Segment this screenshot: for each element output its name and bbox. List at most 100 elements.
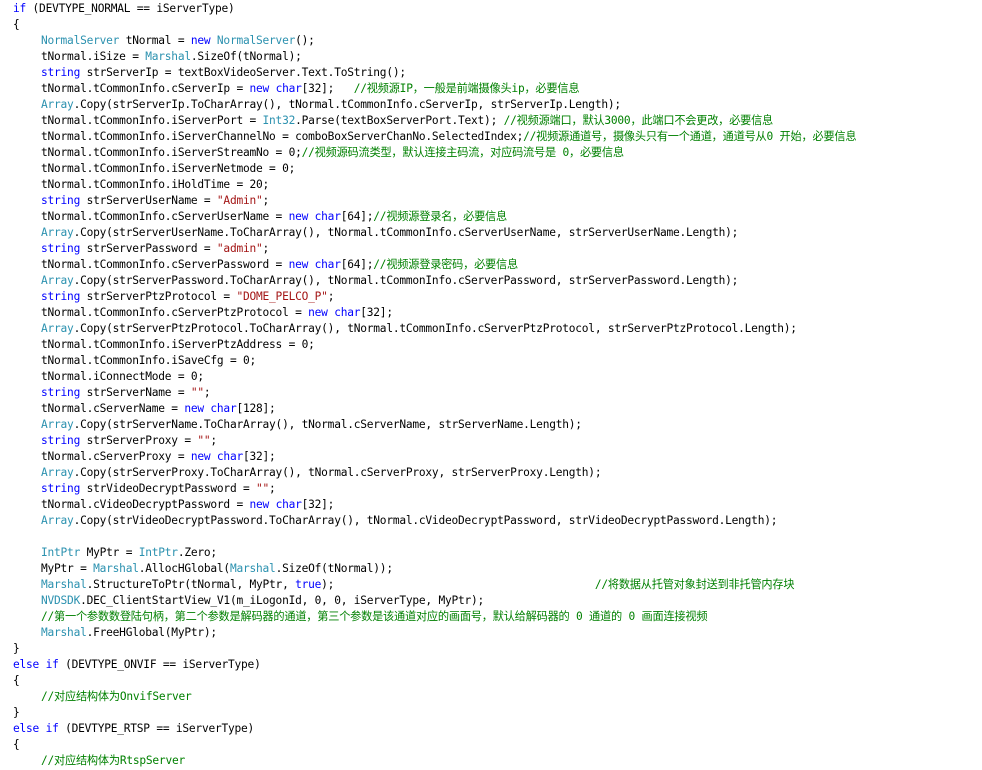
code-line[interactable]: }: [13, 705, 20, 721]
code-comment: //对应结构体为RtspServer: [41, 754, 185, 767]
code-line[interactable]: Array.Copy(strServerIp.ToCharArray(), tN…: [41, 97, 621, 113]
code-text: [64];: [340, 210, 374, 223]
code-line[interactable]: tNormal.cVideoDecryptPassword = new char…: [41, 497, 334, 513]
code-line[interactable]: string strServerUserName = "Admin";: [41, 193, 269, 209]
code-keyword: string: [41, 386, 81, 399]
code-line[interactable]: tNormal.tCommonInfo.iServerPort = Int32.…: [41, 113, 773, 129]
code-line[interactable]: string strServerPassword = "admin";: [41, 241, 269, 257]
code-keyword: char: [314, 210, 341, 223]
code-text: strServerName =: [80, 386, 191, 399]
code-editor[interactable]: if (DEVTYPE_NORMAL == iServerType){Norma…: [0, 0, 982, 770]
code-line[interactable]: Array.Copy(strVideoDecryptPassword.ToCha…: [41, 513, 777, 529]
code-line[interactable]: //对应结构体为RtspServer: [41, 753, 185, 769]
code-type: Array: [41, 274, 74, 287]
code-comment: //视频源端口，默认3000，此端口不会更改，必要信息: [503, 114, 774, 127]
code-text: .SizeOf(tNormal));: [275, 562, 394, 575]
code-line[interactable]: tNormal.cServerName = new char[128];: [41, 401, 276, 417]
code-line[interactable]: string strServerPtzProtocol = "DOME_PELC…: [41, 289, 334, 305]
code-line[interactable]: tNormal.tCommonInfo.cServerUserName = ne…: [41, 209, 507, 225]
code-line[interactable]: string strServerName = "";: [41, 385, 211, 401]
code-keyword: string: [41, 290, 81, 303]
code-line[interactable]: tNormal.tCommonInfo.iServerChannelNo = c…: [41, 129, 857, 145]
code-line[interactable]: Marshal.FreeHGlobal(MyPtr);: [41, 625, 217, 641]
code-text: tNormal.tCommonInfo.iServerPort =: [41, 114, 263, 127]
code-line[interactable]: //对应结构体为OnvifServer: [41, 689, 192, 705]
code-keyword: new: [249, 498, 270, 511]
code-line[interactable]: else if (DEVTYPE_RTSP == iServerType): [13, 721, 254, 737]
code-text: }: [13, 642, 20, 655]
code-line[interactable]: else if (DEVTYPE_ONVIF == iServerType): [13, 657, 261, 673]
code-text: .Copy(strServerPassword.ToCharArray(), t…: [73, 274, 739, 287]
code-string: "": [256, 482, 270, 495]
code-line[interactable]: tNormal.tCommonInfo.cServerPassword = ne…: [41, 257, 518, 273]
code-keyword: char: [216, 450, 243, 463]
code-keyword: true: [295, 578, 322, 591]
code-text: strVideoDecryptPassword =: [80, 482, 257, 495]
code-text: tNormal.tCommonInfo.iServerStreamNo = 0;: [41, 146, 302, 159]
code-line[interactable]: tNormal.tCommonInfo.iHoldTime = 20;: [41, 177, 269, 193]
code-text: .Copy(strServerUserName.ToCharArray(), t…: [73, 226, 739, 239]
code-line[interactable]: NVDSDK.DEC_ClientStartView_V1(m_iLogonId…: [41, 593, 484, 609]
code-line[interactable]: tNormal.tCommonInfo.iServerPtzAddress = …: [41, 337, 315, 353]
code-line[interactable]: string strVideoDecryptPassword = "";: [41, 481, 276, 497]
code-line[interactable]: Array.Copy(strServerPassword.ToCharArray…: [41, 273, 738, 289]
code-keyword: char: [210, 402, 237, 415]
code-type: Marshal: [93, 562, 139, 575]
code-line[interactable]: {: [13, 673, 20, 689]
code-line[interactable]: Array.Copy(strServerProxy.ToCharArray(),…: [41, 465, 602, 481]
code-text: );: [321, 578, 595, 591]
code-comment: //对应结构体为OnvifServer: [41, 690, 192, 703]
code-comment: //视频源IP，一般是前端摄像头ip，必要信息: [353, 82, 580, 95]
code-line[interactable]: }: [13, 641, 20, 657]
code-text: [32];: [242, 450, 276, 463]
code-line[interactable]: string strServerIp = textBoxVideoServer.…: [41, 65, 406, 81]
code-line[interactable]: Array.Copy(strServerUserName.ToCharArray…: [41, 225, 738, 241]
code-line[interactable]: tNormal.tCommonInfo.iServerStreamNo = 0;…: [41, 145, 624, 161]
code-text: tNormal.tCommonInfo.iSaveCfg = 0;: [41, 354, 257, 367]
code-text: .Copy(strServerName.ToCharArray(), tNorm…: [73, 418, 582, 431]
code-line[interactable]: //第一个参数数登陆句柄，第二个参数是解码器的通道，第三个参数是该通道对应的画面…: [41, 609, 708, 625]
code-text: .FreeHGlobal(MyPtr);: [86, 626, 218, 639]
code-type: Int32: [262, 114, 296, 127]
code-keyword: string: [41, 482, 81, 495]
code-text: [64];: [340, 258, 374, 271]
code-line[interactable]: MyPtr = Marshal.AllocHGlobal(Marshal.Siz…: [41, 561, 393, 577]
code-line[interactable]: Array.Copy(strServerName.ToCharArray(), …: [41, 417, 582, 433]
code-type: NVDSDK: [41, 594, 81, 607]
code-line[interactable]: string strServerProxy = "";: [41, 433, 217, 449]
code-keyword: string: [41, 194, 81, 207]
code-text: tNormal.cServerName =: [41, 402, 185, 415]
code-text: strServerIp = textBoxVideoServer.Text.To…: [80, 66, 407, 79]
code-text: tNormal.tCommonInfo.iServerChannelNo = c…: [41, 130, 524, 143]
code-text: tNormal =: [119, 34, 191, 47]
code-keyword: else if: [13, 658, 59, 671]
code-string: "Admin": [216, 194, 263, 207]
code-text: ;: [262, 194, 270, 207]
code-text: .SizeOf(tNormal);: [190, 50, 302, 63]
code-text: ;: [203, 386, 211, 399]
code-line[interactable]: {: [13, 17, 20, 33]
code-type: NormalServer: [216, 34, 296, 47]
code-line[interactable]: Marshal.StructureToPtr(tNormal, MyPtr, t…: [41, 577, 795, 593]
code-line[interactable]: IntPtr MyPtr = IntPtr.Zero;: [41, 545, 217, 561]
code-line[interactable]: if (DEVTYPE_NORMAL == iServerType): [13, 1, 235, 17]
code-text: strServerPassword =: [80, 242, 217, 255]
code-line[interactable]: {: [13, 737, 20, 753]
code-line[interactable]: tNormal.tCommonInfo.iSaveCfg = 0;: [41, 353, 256, 369]
code-text: [32];: [360, 306, 393, 319]
code-line[interactable]: tNormal.cServerProxy = new char[32];: [41, 449, 276, 465]
code-line[interactable]: tNormal.iSize = Marshal.SizeOf(tNormal);: [41, 49, 302, 65]
code-text: {: [13, 674, 20, 687]
code-line[interactable]: tNormal.tCommonInfo.cServerIp = new char…: [41, 81, 580, 97]
code-text: [128];: [236, 402, 276, 415]
code-line[interactable]: tNormal.iConnectMode = 0;: [41, 369, 204, 385]
code-keyword: char: [314, 258, 341, 271]
code-keyword: else if: [13, 722, 59, 735]
code-type: Array: [41, 322, 74, 335]
code-type: IntPtr: [41, 546, 81, 559]
code-line[interactable]: Array.Copy(strServerPtzProtocol.ToCharAr…: [41, 321, 797, 337]
code-line[interactable]: tNormal.tCommonInfo.cServerPtzProtocol =…: [41, 305, 393, 321]
code-line[interactable]: NormalServer tNormal = new NormalServer(…: [41, 33, 315, 49]
code-keyword: string: [41, 434, 81, 447]
code-line[interactable]: tNormal.tCommonInfo.iServerNetmode = 0;: [41, 161, 295, 177]
